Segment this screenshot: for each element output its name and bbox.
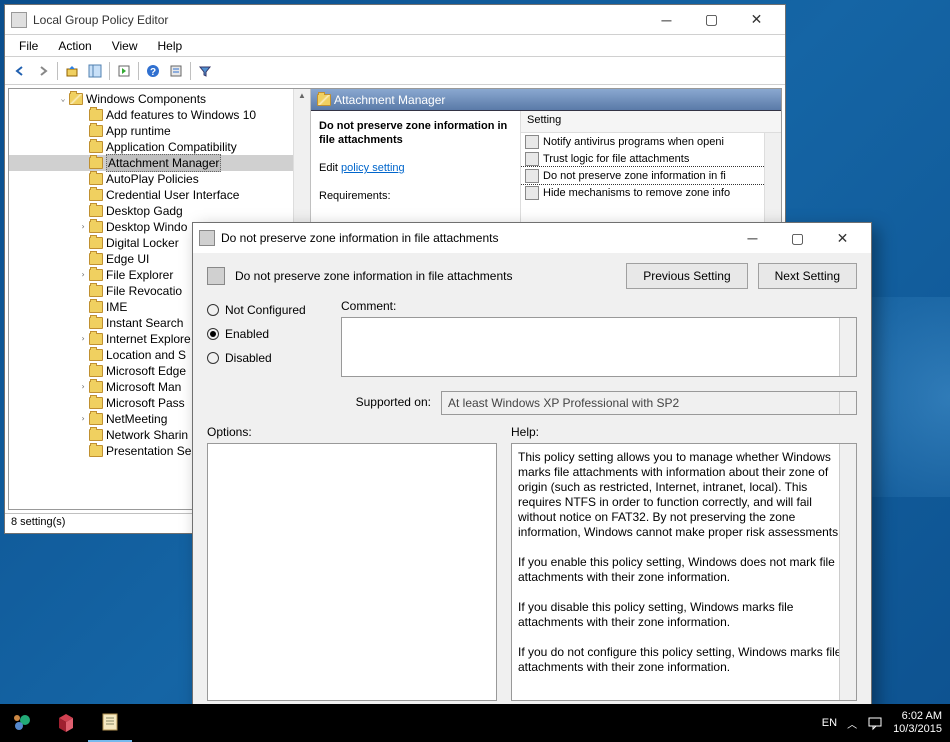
menu-action[interactable]: Action <box>48 37 101 55</box>
menu-view[interactable]: View <box>102 37 148 55</box>
radio-not-configured[interactable]: Not Configured <box>207 303 327 317</box>
help-p3: If you disable this policy setting, Wind… <box>518 600 793 629</box>
action-center-icon[interactable] <box>867 715 883 731</box>
list-header: Attachment Manager <box>311 89 781 111</box>
setting-row[interactable]: Do not preserve zone information in fi <box>521 167 781 184</box>
show-hide-tree-button[interactable] <box>84 60 106 82</box>
props-subtitle: Do not preserve zone information in file… <box>235 269 616 283</box>
policy-properties-dialog: Do not preserve zone information in file… <box>192 222 872 712</box>
tree-item[interactable]: Add features to Windows 10 <box>9 107 310 123</box>
taskbar-clock[interactable]: 6:02 AM 10/3/2015 <box>893 710 942 736</box>
previous-setting-button[interactable]: Previous Setting <box>626 263 747 289</box>
props-icon <box>199 230 215 246</box>
supported-scrollbar[interactable] <box>839 392 856 414</box>
comment-label: Comment: <box>341 299 857 313</box>
selected-policy-name: Do not preserve zone information in file… <box>319 120 507 146</box>
setting-row[interactable]: Hide mechanisms to remove zone info <box>521 184 781 201</box>
props-close-button[interactable]: ✕ <box>820 224 865 252</box>
maximize-button[interactable]: ▢ <box>689 6 734 34</box>
menu-help[interactable]: Help <box>148 37 193 55</box>
help-box: This policy setting allows you to manage… <box>511 443 857 701</box>
state-radio-group: Not Configured Enabled Disabled <box>207 299 327 365</box>
requirements-label: Requirements: <box>319 190 391 202</box>
back-button[interactable] <box>9 60 31 82</box>
close-button[interactable]: ✕ <box>734 6 779 34</box>
folder-icon <box>317 94 331 106</box>
gpe-titlebar[interactable]: Local Group Policy Editor ─ ▢ ✕ <box>5 5 785 35</box>
gpe-icon <box>11 12 27 28</box>
edit-policy-link[interactable]: policy setting <box>341 162 405 174</box>
svg-text:?: ? <box>150 67 156 78</box>
tree-item[interactable]: App runtime <box>9 123 310 139</box>
taskbar: EN ︿ 6:02 AM 10/3/2015 <box>0 704 950 742</box>
options-label: Options: <box>207 425 497 439</box>
tree-item[interactable]: Credential User Interface <box>9 187 310 203</box>
help-button[interactable]: ? <box>142 60 164 82</box>
list-header-title: Attachment Manager <box>334 93 445 107</box>
forward-button[interactable] <box>32 60 54 82</box>
clock-time: 6:02 AM <box>902 710 942 723</box>
settings-col-header[interactable]: Setting <box>521 111 781 133</box>
properties-button[interactable] <box>165 60 187 82</box>
tree-item[interactable]: Attachment Manager <box>9 155 310 171</box>
radio-enabled[interactable]: Enabled <box>207 327 327 341</box>
radio-disabled[interactable]: Disabled <box>207 351 327 365</box>
supported-on-box: At least Windows XP Professional with SP… <box>441 391 857 415</box>
help-p2: If you enable this policy setting, Windo… <box>518 555 835 584</box>
props-title: Do not preserve zone information in file… <box>221 231 730 245</box>
setting-row[interactable]: Notify antivirus programs when openi <box>521 133 781 150</box>
tree-item[interactable]: AutoPlay Policies <box>9 171 310 187</box>
taskbar-app-1[interactable] <box>0 704 44 742</box>
setting-row[interactable]: Trust logic for file attachments <box>521 150 781 167</box>
help-p4: If you do not configure this policy sett… <box>518 645 841 674</box>
clock-date: 10/3/2015 <box>893 723 942 736</box>
comment-textarea[interactable] <box>341 317 857 377</box>
export-button[interactable] <box>113 60 135 82</box>
comment-scrollbar[interactable] <box>839 318 856 376</box>
tray-chevron-icon[interactable]: ︿ <box>847 716 857 731</box>
system-tray: EN ︿ 6:02 AM 10/3/2015 <box>814 710 950 736</box>
props-subtitle-icon <box>207 267 225 285</box>
props-minimize-button[interactable]: ─ <box>730 224 775 252</box>
minimize-button[interactable]: ─ <box>644 6 689 34</box>
next-setting-button[interactable]: Next Setting <box>758 263 857 289</box>
up-button[interactable] <box>61 60 83 82</box>
help-label: Help: <box>511 425 857 439</box>
tree-item[interactable]: Desktop Gadg <box>9 203 310 219</box>
tree-root[interactable]: ⌄Windows Components <box>9 91 310 107</box>
menu-file[interactable]: File <box>9 37 48 55</box>
edit-label: Edit <box>319 162 338 174</box>
filter-button[interactable] <box>194 60 216 82</box>
props-titlebar[interactable]: Do not preserve zone information in file… <box>193 223 871 253</box>
language-indicator[interactable]: EN <box>822 717 837 729</box>
supported-label: Supported on: <box>341 391 431 409</box>
taskbar-app-2[interactable] <box>44 704 88 742</box>
toolbar: ? <box>5 57 785 85</box>
options-box <box>207 443 497 701</box>
supported-on-text: At least Windows XP Professional with SP… <box>448 396 679 410</box>
taskbar-app-3-gpedit[interactable] <box>88 704 132 742</box>
tree-item[interactable]: Application Compatibility <box>9 139 310 155</box>
gpe-title: Local Group Policy Editor <box>33 13 644 27</box>
props-maximize-button[interactable]: ▢ <box>775 224 820 252</box>
help-scrollbar[interactable] <box>839 444 856 700</box>
help-p1: This policy setting allows you to manage… <box>518 450 841 539</box>
menubar: File Action View Help <box>5 35 785 57</box>
